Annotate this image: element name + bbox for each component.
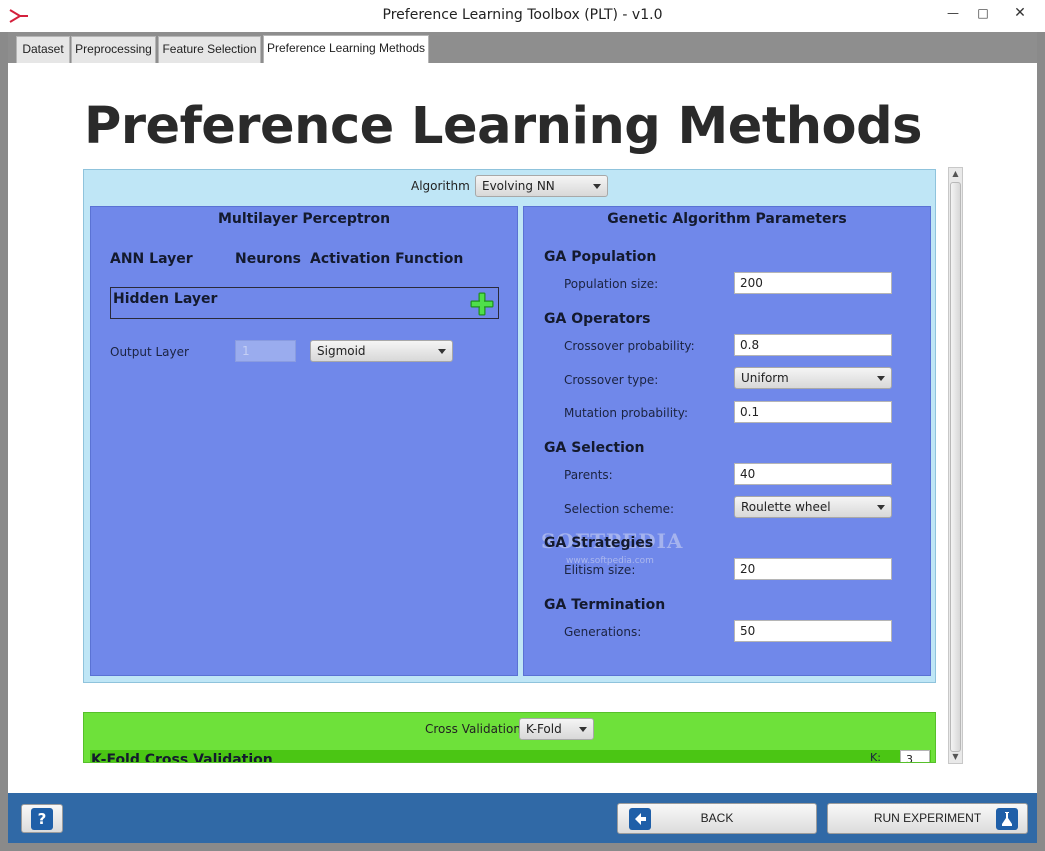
algorithm-panel: Algorithm Evolving NN Multilayer Percept… xyxy=(83,169,936,683)
app-window: Preference Learning Toolbox (PLT) - v1.0… xyxy=(0,0,1045,851)
ga-selection-heading: GA Selection xyxy=(544,440,645,456)
generations-label: Generations: xyxy=(564,625,642,639)
crossover-type-select[interactable]: Uniform xyxy=(734,367,892,389)
ga-strategies-heading: GA Strategies xyxy=(544,535,654,551)
tab-preference-learning-methods[interactable]: Preference Learning Methods xyxy=(263,35,429,63)
close-button[interactable]: ✕ xyxy=(998,2,1042,24)
crossover-type-value: Uniform xyxy=(741,371,789,385)
algorithm-label: Algorithm xyxy=(411,179,470,193)
algorithm-select[interactable]: Evolving NN xyxy=(475,175,608,197)
title-bar: Preference Learning Toolbox (PLT) - v1.0… xyxy=(0,0,1045,32)
selection-scheme-value: Roulette wheel xyxy=(741,500,831,514)
page-title: Preference Learning Methods xyxy=(84,97,922,156)
neurons-header: Neurons xyxy=(235,251,302,267)
back-button-label: BACK xyxy=(700,811,734,825)
crossover-probability-label: Crossover probability: xyxy=(564,339,695,353)
chevron-down-icon xyxy=(877,505,885,510)
elitism-size-label: Elitism size: xyxy=(564,563,636,577)
close-icon: ✕ xyxy=(1014,5,1026,21)
mutation-probability-label: Mutation probability: xyxy=(564,406,689,420)
bottom-toolbar: ? BACK RUN EXPERIMENT xyxy=(8,793,1037,843)
elitism-size-input[interactable]: 20 xyxy=(734,558,892,580)
parents-input[interactable]: 40 xyxy=(734,463,892,485)
tab-feature-selection[interactable]: Feature Selection xyxy=(158,36,261,63)
window-frame-right xyxy=(1037,32,1045,851)
k-label: K: xyxy=(870,751,881,763)
flask-icon xyxy=(996,808,1018,830)
cross-validation-label: Cross Validation xyxy=(425,722,521,736)
parents-label: Parents: xyxy=(564,468,613,482)
selection-scheme-label: Selection scheme: xyxy=(564,502,675,516)
hidden-layer-label: Hidden Layer xyxy=(113,291,218,307)
algorithm-select-value: Evolving NN xyxy=(482,179,555,193)
tab-preprocessing[interactable]: Preprocessing xyxy=(71,36,156,63)
output-layer-label: Output Layer xyxy=(110,345,189,359)
ann-layer-header: ANN Layer xyxy=(110,251,193,267)
maximize-icon: □ xyxy=(977,6,989,20)
output-activation-select[interactable]: Sigmoid xyxy=(310,340,453,362)
ga-termination-heading: GA Termination xyxy=(544,597,666,613)
chevron-down-icon xyxy=(593,184,601,189)
ga-population-heading: GA Population xyxy=(544,249,657,265)
window-title: Preference Learning Toolbox (PLT) - v1.0 xyxy=(382,7,663,23)
crossover-type-label: Crossover type: xyxy=(564,373,659,387)
tab-dataset[interactable]: Dataset xyxy=(16,36,70,63)
output-neurons-field: 1 xyxy=(235,340,296,362)
window-frame-bottom xyxy=(0,843,1045,851)
add-hidden-layer-icon[interactable] xyxy=(469,291,495,317)
chevron-down-icon xyxy=(877,376,885,381)
kfold-title: K-Fold Cross Validation xyxy=(91,752,273,763)
k-input[interactable]: 3 xyxy=(900,750,930,762)
scroll-up-icon[interactable]: ▲ xyxy=(949,168,962,180)
mutation-probability-input[interactable]: 0.1 xyxy=(734,401,892,423)
selection-scheme-select[interactable]: Roulette wheel xyxy=(734,496,892,518)
back-button[interactable]: BACK xyxy=(617,803,817,834)
ga-title: Genetic Algorithm Parameters xyxy=(607,211,847,227)
tab-bar: Dataset Preprocessing Feature Selection … xyxy=(8,32,1037,63)
hidden-layer-row: Hidden Layer xyxy=(110,287,499,319)
help-button[interactable]: ? xyxy=(21,804,63,833)
kfold-section: K-Fold Cross Validation K: 3 xyxy=(90,750,931,763)
help-icon: ? xyxy=(31,808,53,830)
ga-panel: Genetic Algorithm Parameters GA Populati… xyxy=(523,206,931,676)
activation-header: Activation Function xyxy=(310,251,464,267)
population-size-label: Population size: xyxy=(564,277,659,291)
cross-validation-value: K-Fold xyxy=(526,722,562,736)
arrow-left-icon xyxy=(629,808,651,830)
run-experiment-label: RUN EXPERIMENT xyxy=(873,811,982,825)
window-frame-left xyxy=(0,32,8,851)
cross-validation-panel: Cross Validation K-Fold K-Fold Cross Val… xyxy=(83,712,936,763)
scrollbar-thumb[interactable] xyxy=(950,182,961,752)
main-content: Preference Learning Methods Algorithm Ev… xyxy=(8,63,1037,793)
chevron-down-icon xyxy=(438,349,446,354)
crossover-probability-input[interactable]: 0.8 xyxy=(734,334,892,356)
mlp-panel: Multilayer Perceptron ANN Layer Neurons … xyxy=(90,206,518,676)
minimize-icon: — xyxy=(947,6,959,20)
scroll-down-icon[interactable]: ▼ xyxy=(949,751,962,763)
mlp-title: Multilayer Perceptron xyxy=(217,211,391,227)
minimize-button[interactable]: — xyxy=(938,2,968,24)
vertical-scrollbar[interactable]: ▲ ▼ xyxy=(948,167,963,764)
run-experiment-button[interactable]: RUN EXPERIMENT xyxy=(827,803,1028,834)
maximize-button[interactable]: □ xyxy=(968,2,998,24)
output-activation-value: Sigmoid xyxy=(317,344,366,358)
cross-validation-select[interactable]: K-Fold xyxy=(519,718,594,740)
chevron-down-icon xyxy=(579,727,587,732)
population-size-input[interactable]: 200 xyxy=(734,272,892,294)
generations-input[interactable]: 50 xyxy=(734,620,892,642)
ga-operators-heading: GA Operators xyxy=(544,311,651,327)
